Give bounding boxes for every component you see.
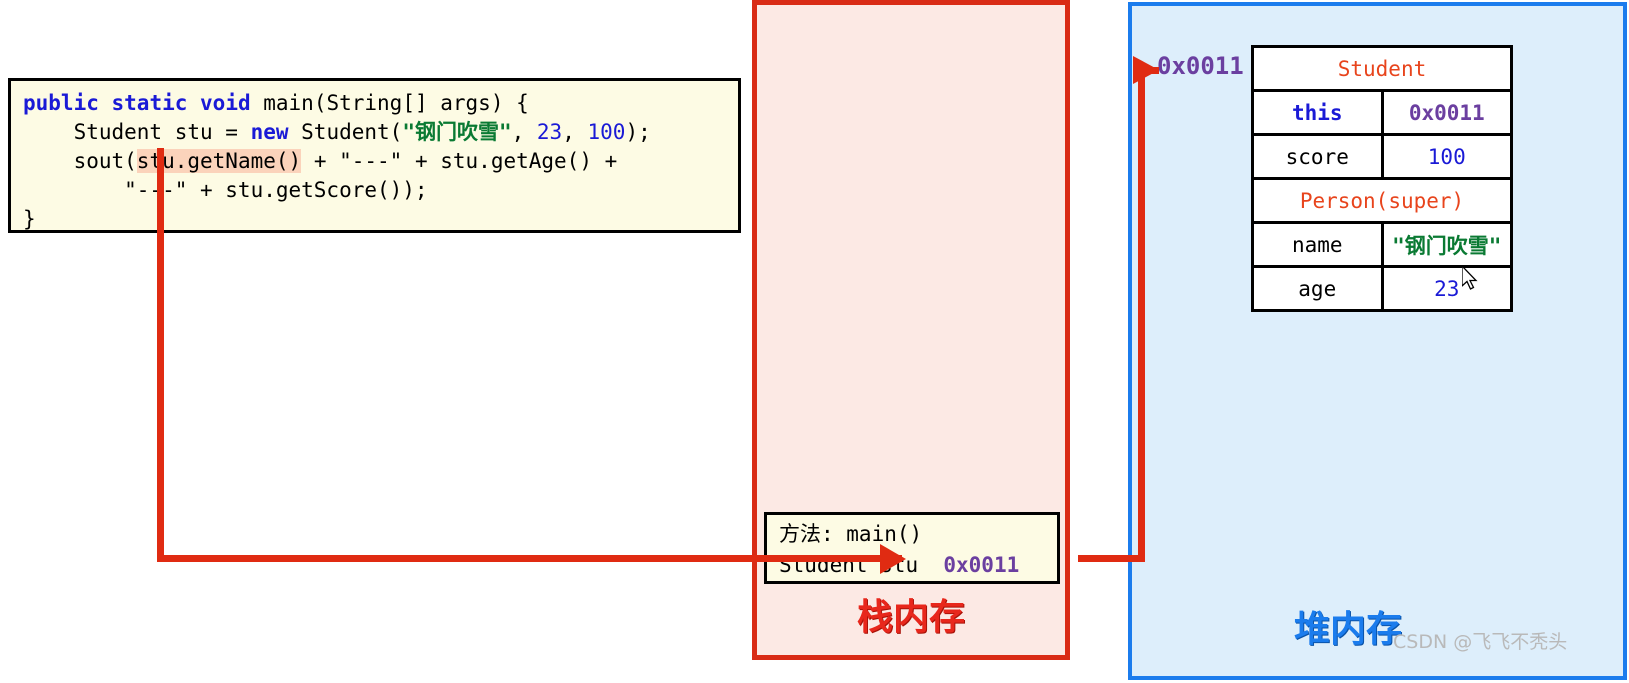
- code-line-1: public static void main(String[] args) {: [23, 89, 738, 118]
- variable-value-address: 0x0011: [943, 553, 1020, 577]
- field-key-name: name: [1251, 221, 1384, 268]
- constructor-start: Student(: [288, 120, 403, 144]
- string-literal-name: "钢门吹雪": [402, 120, 512, 144]
- code-line-3: sout(stu.getName() + "---" + stu.getAge(…: [23, 147, 738, 176]
- connector-code-vertical: [157, 148, 164, 562]
- connector-stack-to-heap-vertical: [1138, 67, 1145, 562]
- connector-code-horizontal: [157, 555, 902, 562]
- watermark-text: CSDN @飞飞不秃头: [1393, 631, 1568, 653]
- connector-stack-out-horizontal: [1078, 555, 1145, 562]
- concat-tail-1: + "---" + stu.getAge() +: [301, 149, 618, 173]
- field-value-score: 100: [1380, 133, 1513, 180]
- table-row-class-title: Student: [1251, 45, 1513, 92]
- code-line-5: }: [23, 205, 738, 234]
- mouse-cursor-icon: [1462, 266, 1478, 290]
- code-line-4: "---" + stu.getScore());: [23, 176, 738, 205]
- field-value-age: 23: [1380, 265, 1513, 312]
- table-row-this: this 0x0011: [1251, 89, 1513, 136]
- keyword-public: public: [23, 91, 99, 115]
- code-line-2: Student stu = new Student("钢门吹雪", 23, 10…: [23, 118, 738, 147]
- stack-memory-label: 栈内存: [856, 597, 965, 638]
- number-score: 100: [587, 120, 626, 144]
- stack-frame-title: 方法: main(): [779, 522, 923, 546]
- keyword-new: new: [250, 120, 289, 144]
- number-age: 23: [536, 120, 563, 144]
- field-key-this: this: [1251, 89, 1384, 136]
- keyword-void: void: [200, 91, 251, 115]
- table-row-super-title: Person(super): [1251, 177, 1513, 224]
- declaration-prefix: Student stu =: [23, 120, 251, 144]
- main-signature: main(String[] args) {: [250, 91, 529, 115]
- diagram-canvas: public static void main(String[] args) {…: [0, 0, 1629, 683]
- code-snippet-box: public static void main(String[] args) {…: [8, 78, 741, 233]
- super-class-name: Person(super): [1251, 177, 1513, 224]
- keyword-static: static: [111, 91, 188, 115]
- comma-2: ,: [562, 120, 588, 144]
- stack-frame-main: 方法: main() Student stu 0x0011: [764, 512, 1060, 584]
- field-key-score: score: [1251, 133, 1384, 180]
- heap-object-address-label: 0x0011: [1157, 52, 1244, 80]
- constructor-end: );: [625, 120, 651, 144]
- field-key-age: age: [1251, 265, 1384, 312]
- sout-prefix: sout(: [23, 149, 137, 173]
- table-row-score: score 100: [1251, 133, 1513, 180]
- field-value-this: 0x0011: [1380, 89, 1513, 136]
- arrowhead-to-stack-variable-icon: [880, 544, 906, 574]
- concat-tail-2: "---" + stu.getScore());: [23, 178, 428, 202]
- closing-brace: }: [23, 207, 36, 231]
- field-value-name: "钢门吹雪": [1380, 221, 1513, 268]
- table-row-name: name "钢门吹雪": [1251, 221, 1513, 268]
- comma-1: ,: [511, 120, 537, 144]
- object-class-name: Student: [1251, 45, 1513, 92]
- arrowhead-to-heap-object-icon: [1133, 56, 1159, 84]
